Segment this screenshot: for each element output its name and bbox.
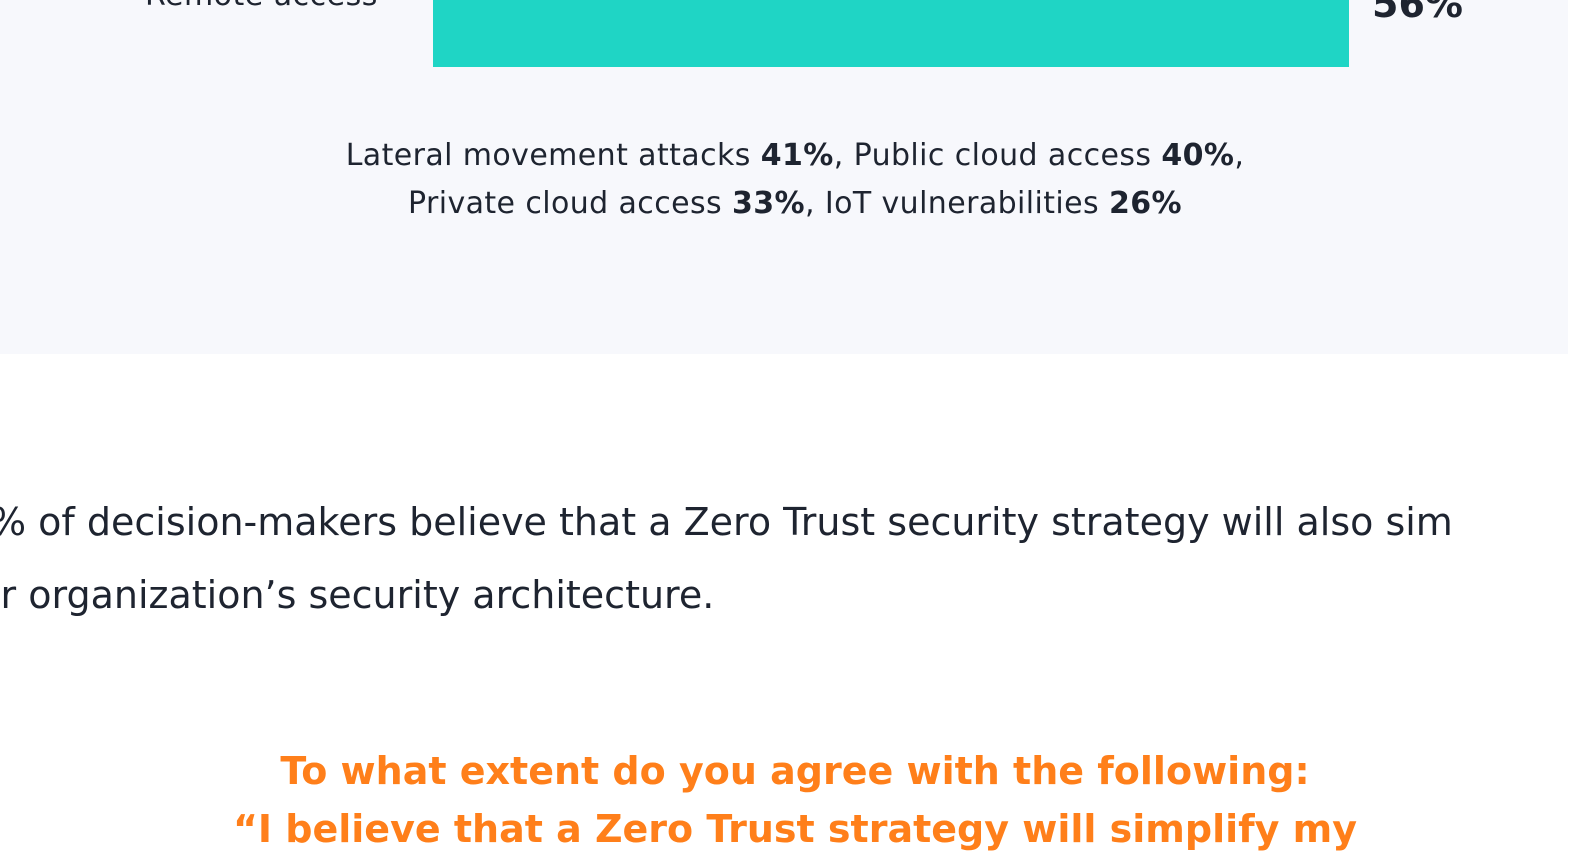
question-line-2: “I believe that a Zero Trust strategy wi… [232, 807, 1358, 851]
stat-value-private-cloud: 33% [731, 186, 805, 221]
chart-panel: Remote access 56% Lateral movement attac… [0, 0, 1568, 354]
question-line-1: To what extent do you agree with the fol… [280, 749, 1310, 793]
stat-label-public-cloud: Public cloud access [853, 138, 1152, 173]
bar-remote-access [433, 0, 1349, 67]
bar-label-remote-access: Remote access [145, 0, 378, 13]
stat-label-private-cloud: Private cloud access [408, 186, 723, 221]
stat-label-iot: IoT vulnerabilities [824, 186, 1100, 221]
statement-text: % of decision-makers believe that a Zero… [0, 486, 1585, 632]
page: Remote access 56% Lateral movement attac… [0, 0, 1585, 866]
stat-label-lateral-movement: Lateral movement attacks [345, 138, 751, 173]
stat-value-public-cloud: 40% [1161, 138, 1235, 173]
stat-value-lateral-movement: 41% [760, 138, 834, 173]
other-stats: Lateral movement attacks 41%, Public clo… [0, 132, 1585, 228]
statement-line-2: ir organization’s security architecture. [0, 573, 715, 617]
question-heading: To what extent do you agree with the fol… [0, 742, 1585, 858]
bar-value-remote-access: 56% [1372, 0, 1463, 26]
statement-line-1: % of decision-makers believe that a Zero… [0, 500, 1453, 544]
stat-value-iot: 26% [1108, 186, 1182, 221]
other-stats-line-2: Private cloud access 33%, IoT vulnerabil… [408, 186, 1182, 221]
other-stats-line-1: Lateral movement attacks 41%, Public clo… [345, 138, 1245, 173]
